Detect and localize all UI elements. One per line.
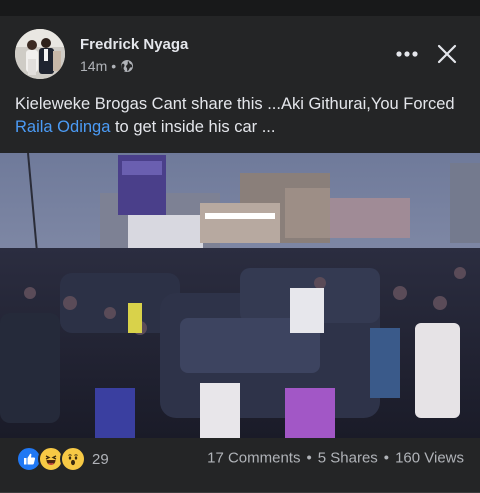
views-count: 160 Views xyxy=(395,449,464,467)
post-stats: 17 Comments • 5 Shares • 160 Views xyxy=(207,450,464,467)
reaction-count: 29 xyxy=(92,450,109,468)
avatar[interactable] xyxy=(15,29,65,79)
top-strip xyxy=(0,0,480,16)
post-text-after-link: to get inside his car ... xyxy=(110,118,276,136)
post-header: Fredrick Nyaga 14m • xyxy=(0,16,480,90)
more-options-icon[interactable] xyxy=(392,42,422,66)
globe-icon xyxy=(120,59,134,73)
close-icon[interactable] xyxy=(434,41,460,67)
video-frame[interactable] xyxy=(0,153,480,438)
post-footer: 29 17 Comments • 5 Shares • 160 Views xyxy=(0,438,480,481)
post-text-before-link: Kieleweke Brogas Cant share this ...Aki … xyxy=(15,95,455,113)
wow-icon xyxy=(60,446,86,472)
post-time[interactable]: 14m xyxy=(80,58,107,74)
post-meta: 14m • xyxy=(80,58,134,74)
author-name[interactable]: Fredrick Nyaga xyxy=(80,36,188,53)
shares-count[interactable]: 5 Shares xyxy=(318,450,378,467)
stats-separator: • xyxy=(383,449,390,467)
post-card: Fredrick Nyaga 14m • Kieleweke Brogas Ca… xyxy=(0,16,480,493)
post-text: Kieleweke Brogas Cant share this ...Aki … xyxy=(15,93,470,139)
meta-separator: • xyxy=(111,58,117,74)
comments-count[interactable]: 17 Comments xyxy=(207,450,300,467)
stats-separator: • xyxy=(306,449,312,467)
reactions-summary[interactable]: 29 xyxy=(16,446,109,472)
mention-link[interactable]: Raila Odinga xyxy=(15,118,110,136)
